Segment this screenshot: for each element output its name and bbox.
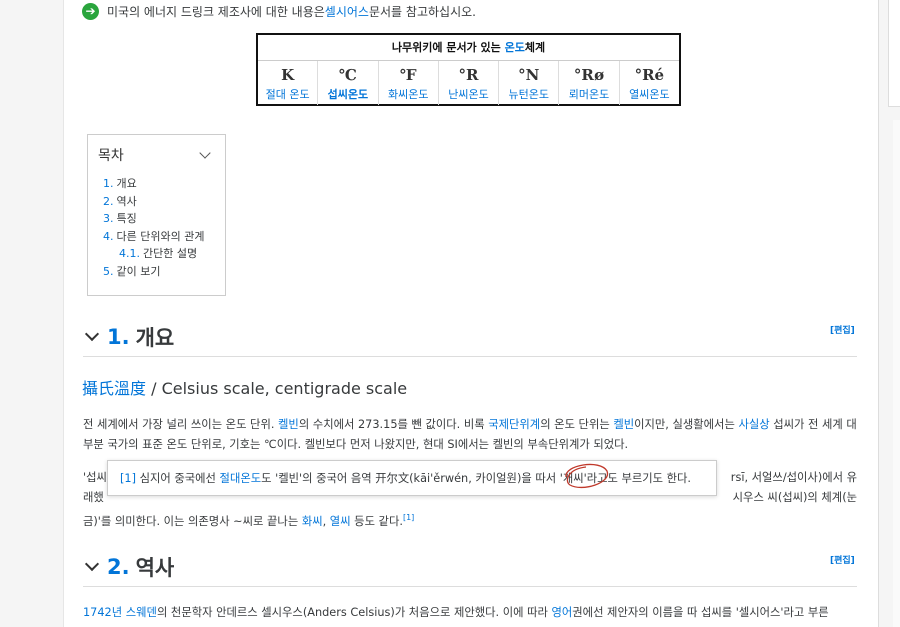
link-english[interactable]: 영어: [551, 606, 572, 619]
paragraph-history: 1742년 스웨덴의 천문학자 안데르스 셀시우스(Anders Celsius…: [83, 606, 829, 619]
link-reaumur[interactable]: 열씨: [330, 515, 351, 528]
navbox-cell-kelvin[interactable]: K 절대 온도: [258, 61, 319, 105]
navbox-cell-romer[interactable]: °Rø 뢰머온도: [559, 61, 620, 105]
toc-title: 목차: [98, 148, 124, 164]
navbox-cells: K 절대 온도 ℃ 섭씨온도 ℉ 화씨온도 °R 난씨온도 °N 뉴턴온도 °Rø 뢰머온도…: [258, 61, 679, 105]
hanja-link[interactable]: 攝氏溫度: [82, 379, 146, 398]
navbox-cell-newton[interactable]: °N 뉴턴온도: [499, 61, 560, 105]
temperature-navbox: 나무위키에 문서가 있는 온도체계 K 절대 온도 ℃ 섭씨온도 ℉ 화씨온도 °R 난…: [256, 33, 681, 106]
edit-link[interactable]: [편집]: [830, 553, 855, 566]
link-kelvin[interactable]: 켈빈: [278, 418, 299, 431]
section-heading-1[interactable]: 1. 개요: [83, 318, 857, 357]
disambiguation-notice: ➔ 미국의 에너지 드링크 제조사에 대한 내용은 셀시어스 문서를 참고하십시…: [82, 2, 476, 20]
link-fahrenheit[interactable]: 화씨: [302, 515, 323, 528]
scrollbar[interactable]: [893, 120, 900, 627]
toc-item[interactable]: 2. 역사: [98, 193, 215, 211]
chevron-down-icon[interactable]: [199, 147, 211, 159]
handwritten-circle-annotation: [565, 463, 608, 489]
toc-item[interactable]: 3. 특징: [98, 210, 215, 228]
navbox-title: 나무위키에 문서가 있는 온도체계: [258, 35, 679, 61]
footnote-ref[interactable]: [1]: [403, 513, 414, 522]
edit-link[interactable]: [편집]: [830, 323, 855, 336]
navbox-cell-fahrenheit[interactable]: ℉ 화씨온도: [379, 61, 439, 105]
paragraph-overview: 전 세계에서 가장 널리 쓰이는 온도 단위. 켈빈의 수치에서 273.15를…: [83, 418, 857, 451]
section-heading-2[interactable]: 2. 역사: [83, 548, 857, 587]
navbox-cell-reaumur[interactable]: °Ré 열씨온도: [620, 61, 679, 105]
link-kelvin-2[interactable]: 켈빈: [613, 418, 634, 431]
table-of-contents: 목차 1. 개요 2. 역사 3. 특징 4. 다른 단위와의 관계 4.1. 간단한 설…: [87, 134, 226, 296]
collapse-chevron-icon[interactable]: [84, 556, 100, 572]
toc-subitem[interactable]: 4.1. 간단한 설명: [98, 245, 215, 263]
side-panel: [888, 0, 900, 107]
alternate-names: 攝氏溫度 / Celsius scale, centigrade scale: [82, 379, 408, 398]
toc-item[interactable]: 5. 같이 보기: [98, 263, 215, 281]
navbox-cell-rankine[interactable]: °R 난씨온도: [439, 61, 500, 105]
footnote-number[interactable]: [1]: [120, 472, 136, 485]
navbox-cell-celsius[interactable]: ℃ 섭씨온도: [318, 61, 379, 105]
footnote-popup: [1] 심지어 중국에선 절대온도도 '켈빈'의 중국어 음역 开尔文(kāi'…: [107, 460, 717, 496]
arrow-right-icon: ➔: [82, 2, 99, 20]
notice-text: 미국의 에너지 드링크 제조사에 대한 내용은: [107, 4, 325, 19]
link-1742[interactable]: 1742년: [83, 606, 122, 619]
toc-item[interactable]: 4. 다른 단위와의 관계: [98, 228, 215, 246]
toc-header[interactable]: 목차: [98, 145, 215, 165]
link-absolute-temp[interactable]: 절대온도: [220, 472, 262, 485]
navbox-title-link[interactable]: 온도: [505, 41, 525, 54]
link-sweden[interactable]: 스웨덴: [126, 606, 157, 619]
notice-link[interactable]: 셀시어스: [325, 3, 369, 20]
notice-text-end: 문서를 참고하십시오.: [368, 4, 476, 19]
toc-item[interactable]: 1. 개요: [98, 175, 215, 193]
link-si[interactable]: 국제단위계: [488, 418, 540, 431]
link-de-facto[interactable]: 사실상: [738, 418, 769, 431]
collapse-chevron-icon[interactable]: [84, 326, 100, 342]
